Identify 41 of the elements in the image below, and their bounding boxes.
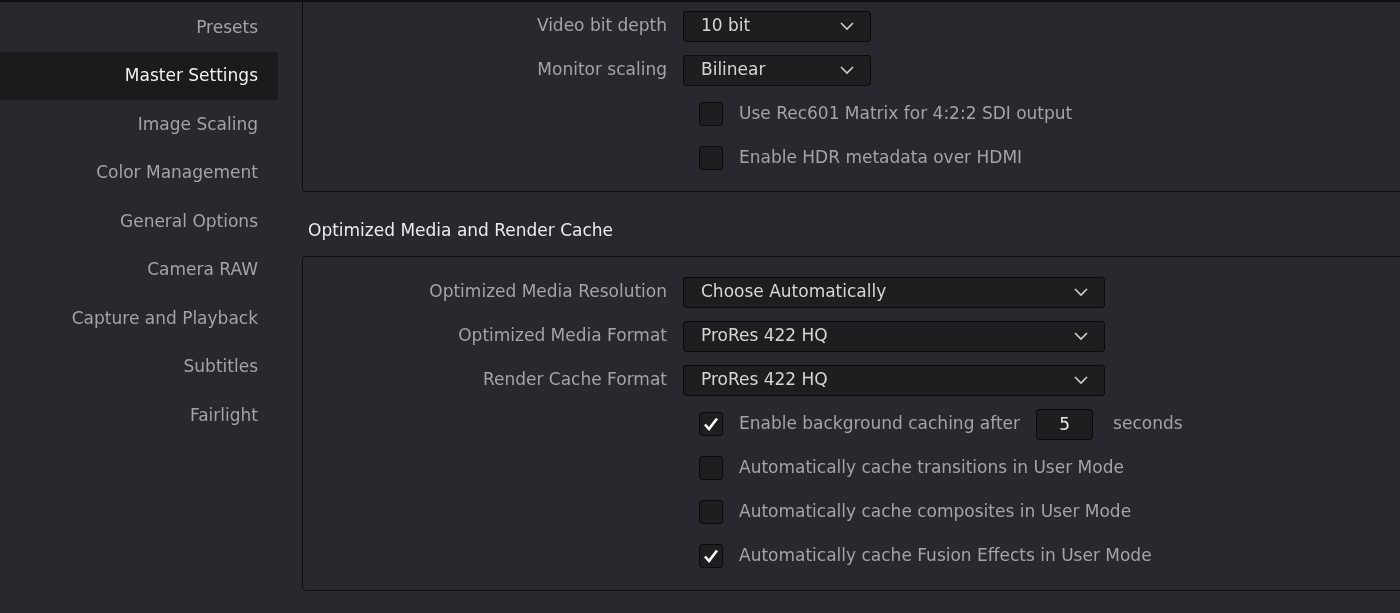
dropdown[interactable]: ProRes 422 HQ	[683, 364, 1105, 396]
field-label: Video bit depth	[535, 14, 668, 38]
field-label: Render Cache Format	[481, 368, 668, 392]
checkbox-label: Enable background caching after	[739, 412, 1021, 436]
sidebar-item[interactable]: General Options	[0, 197, 278, 246]
dropdown[interactable]: Bilinear	[683, 54, 871, 86]
checkbox-label: Automatically cache transitions in User Mode	[739, 456, 1124, 480]
chevron-down-icon	[840, 65, 854, 75]
dropdown[interactable]: 10 bit	[683, 10, 871, 42]
checkbox[interactable]	[699, 412, 723, 436]
sidebar-item[interactable]: Capture and Playback	[0, 294, 278, 343]
dropdown[interactable]: ProRes 422 HQ	[683, 320, 1105, 352]
dropdown[interactable]: Choose Automatically	[683, 276, 1105, 308]
sidebar-item[interactable]: Camera RAW	[0, 245, 278, 294]
sidebar-item[interactable]: Master Settings	[0, 51, 278, 100]
checkbox-label: Enable HDR metadata over HDMI	[739, 146, 1023, 170]
field-label: Optimized Media Resolution	[428, 280, 668, 304]
checkbox[interactable]	[699, 500, 723, 524]
checkbox[interactable]	[699, 544, 723, 568]
checkmark-icon	[703, 549, 719, 563]
number-field[interactable]: 5	[1036, 408, 1094, 440]
checkbox[interactable]	[699, 102, 723, 126]
checkbox-label: Automatically cache Fusion Effects in User Mode	[739, 544, 1152, 568]
checkbox[interactable]	[699, 456, 723, 480]
chevron-down-icon	[840, 21, 854, 31]
checkbox-label: Automatically cache composites in User Mode	[739, 500, 1132, 524]
sidebar-item[interactable]: Color Management	[0, 148, 278, 197]
checkbox[interactable]	[699, 146, 723, 170]
sidebar-item[interactable]: Subtitles	[0, 342, 278, 391]
sidebar-item[interactable]: Fairlight	[0, 391, 278, 440]
chevron-down-icon	[1074, 375, 1088, 385]
sidebar-item[interactable]: Presets	[0, 3, 278, 52]
section-title: Optimized Media and Render Cache	[307, 219, 615, 243]
sidebar-item[interactable]: Image Scaling	[0, 100, 278, 149]
field-label: Optimized Media Format	[457, 324, 668, 348]
chevron-down-icon	[1074, 331, 1088, 341]
checkmark-icon	[703, 417, 719, 431]
chevron-down-icon	[1074, 287, 1088, 297]
checkbox-label: Use Rec601 Matrix for 4:2:2 SDI output	[739, 102, 1073, 126]
unit-label: seconds	[1113, 412, 1183, 436]
field-label: Monitor scaling	[536, 58, 668, 82]
